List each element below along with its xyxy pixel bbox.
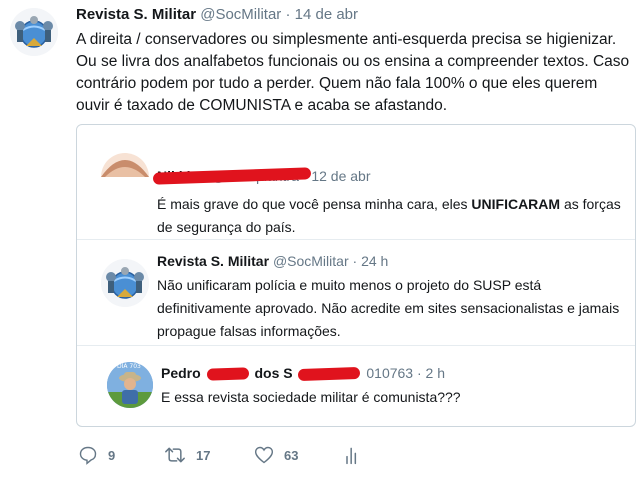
face-avatar-icon — [101, 160, 149, 177]
author-name-mid[interactable]: dos S — [254, 365, 292, 381]
retweet-button[interactable]: 17 — [164, 445, 210, 465]
avatar[interactable] — [101, 259, 149, 307]
revista-logo-icon — [10, 8, 58, 56]
retweet-icon — [165, 447, 185, 463]
thread-item-header: Nikki S. @elasquantra · 12 de abr — [152, 167, 371, 185]
reply-count: 9 — [108, 447, 116, 463]
thread-item-1[interactable]: Nikki S. @elasquantra · 12 de abr É mais… — [77, 125, 635, 237]
text-segment: É mais grave do que você pensa minha car… — [157, 196, 472, 212]
author-name[interactable]: Revista S. Militar — [157, 253, 269, 269]
reply-button[interactable]: 9 — [78, 445, 115, 465]
author-handle-end[interactable]: 010763 — [366, 365, 413, 381]
like-icon — [254, 446, 274, 464]
reply-date[interactable]: 12 de abr — [311, 168, 370, 184]
retweet-count: 17 — [196, 447, 211, 463]
reply-date[interactable]: 2 h — [426, 365, 445, 381]
revista-logo-icon — [101, 259, 149, 307]
thread-item-2[interactable]: Revista S. Militar @SocMilitar · 24 h Nã… — [77, 240, 635, 345]
meta-separator: · — [416, 365, 422, 381]
avatar[interactable]: DIA 703 — [107, 362, 153, 408]
tweet-date[interactable]: 14 de abr — [295, 6, 358, 23]
thread-item-text: Não unificaram polícia e muito menos o p… — [157, 277, 620, 339]
avatar-label: DIA 703 — [117, 363, 141, 370]
avatar[interactable] — [101, 153, 149, 177]
redaction-mark — [206, 367, 249, 382]
meta-separator: · — [285, 6, 291, 23]
reply-icon — [79, 446, 97, 465]
author-name-start[interactable]: Pedro — [161, 365, 201, 381]
tweet-text: A direita / conservadores ou simplesment… — [76, 31, 630, 114]
meta-separator: · — [352, 253, 358, 269]
like-button[interactable]: 63 — [254, 445, 298, 465]
tweet-header: Revista S. Militar @SocMilitar · 14 de a… — [76, 6, 358, 24]
analytics-button[interactable] — [344, 445, 360, 465]
author-avatar[interactable] — [10, 8, 58, 56]
thread-item-text: E essa revista sociedade militar é comun… — [161, 389, 461, 405]
author-handle[interactable]: @SocMilitar — [273, 253, 349, 269]
reply-date[interactable]: 24 h — [361, 253, 388, 269]
thread-item-3[interactable]: DIA 703 Pedro dos S 010763 · 2 h E essa … — [77, 346, 635, 428]
thread-item-header: Pedro dos S 010763 · 2 h — [161, 364, 445, 382]
analytics-icon — [346, 447, 357, 465]
thread-item-text: É mais grave do que você pensa minha car… — [157, 193, 627, 239]
like-count: 63 — [284, 447, 299, 463]
quoted-thread-card[interactable]: Nikki S. @elasquantra · 12 de abr É mais… — [76, 124, 636, 427]
bold-text: UNIFICARAM — [471, 196, 561, 212]
author-name[interactable]: Revista S. Militar — [76, 6, 196, 23]
redaction-mark — [298, 367, 361, 382]
thread-item-header: Revista S. Militar @SocMilitar · 24 h — [157, 252, 388, 270]
author-handle[interactable]: @SocMilitar — [200, 6, 281, 23]
